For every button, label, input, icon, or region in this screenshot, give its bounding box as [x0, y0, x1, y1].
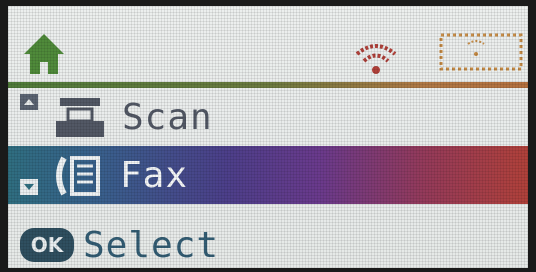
lcd-screen: Scan Fax OK Select [8, 6, 528, 268]
menu-item-label-scan: Scan [122, 97, 213, 138]
status-bar [8, 6, 528, 82]
home-icon[interactable] [22, 32, 66, 76]
menu-item-scan[interactable]: Scan [8, 88, 528, 144]
arrow-up-icon[interactable] [20, 94, 38, 110]
scanner-icon [56, 98, 104, 137]
wifi-direct-status-icon [439, 33, 523, 71]
menu-item-fax[interactable]: Fax [8, 146, 528, 204]
ok-button-icon[interactable]: OK [20, 228, 74, 262]
wifi-icon [355, 44, 397, 74]
arrow-down-icon[interactable] [20, 179, 38, 195]
select-hint-label: Select [83, 225, 220, 266]
fax-icon [56, 156, 100, 196]
ok-label: OK [30, 233, 64, 257]
menu-item-label-fax: Fax [120, 155, 189, 196]
footer-hint: OK Select [8, 216, 528, 268]
